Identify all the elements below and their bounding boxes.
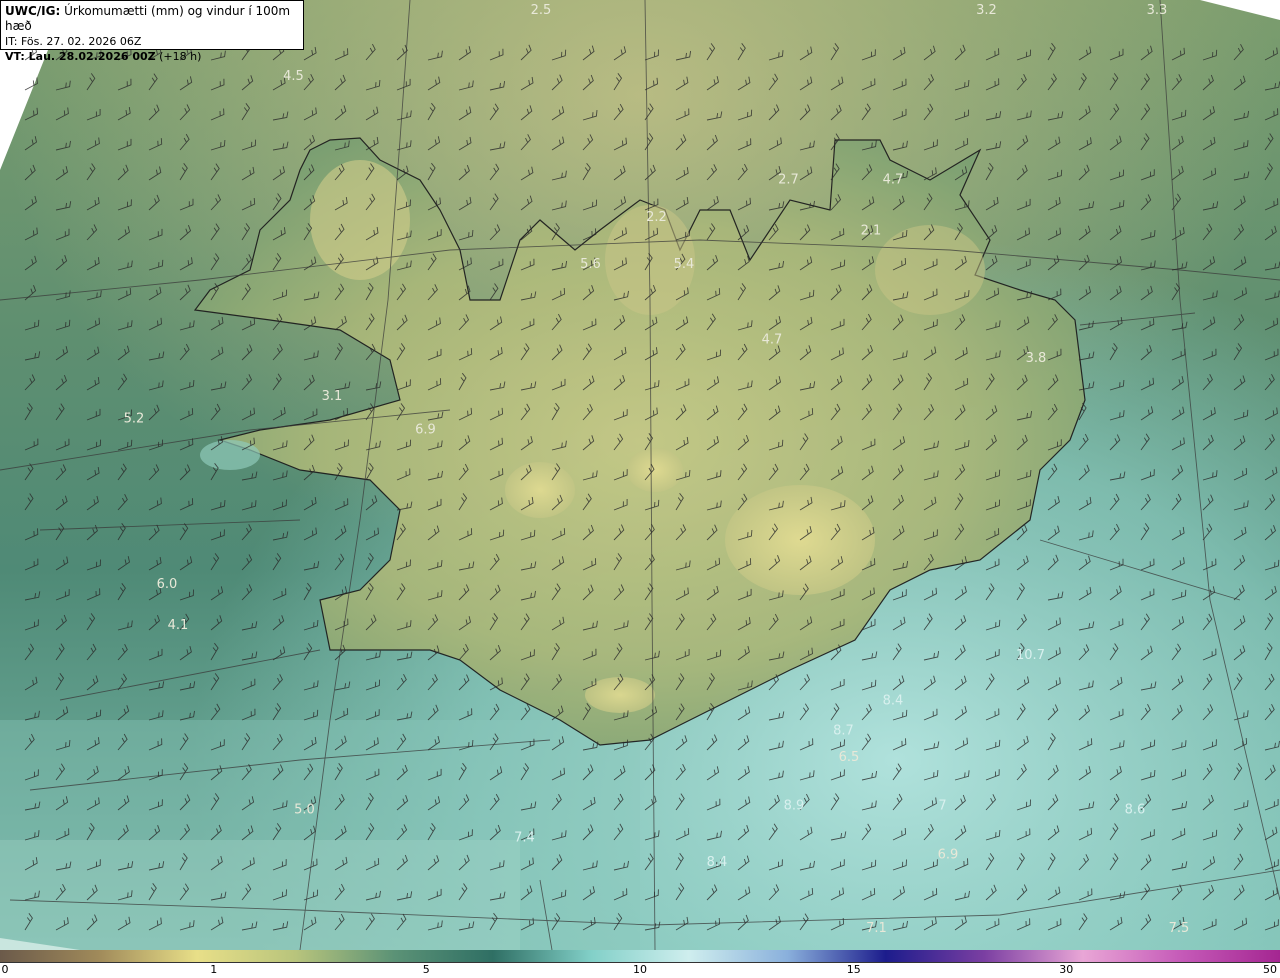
precip-value-label: 5.6 — [580, 257, 601, 272]
precip-value-label: 5.0 — [294, 802, 315, 817]
precip-value-label: 5.4 — [674, 257, 695, 272]
precip-value-label: 10.7 — [1016, 648, 1045, 663]
precip-value-label: 3.1 — [322, 389, 343, 404]
precip-value-label: 3.2 — [976, 3, 997, 18]
valid-time: VT: Lau. 28.02.2026 00Z — [5, 50, 156, 63]
precip-value-label: 4.5 — [283, 69, 304, 84]
precip-value-label: 8.4 — [707, 855, 728, 870]
precip-value-label: 4.1 — [168, 618, 189, 633]
colorbar-tick-label: 30 — [1059, 963, 1074, 976]
precip-value-label: 2.5 — [531, 3, 552, 18]
colorbar-tick-label: 5 — [422, 963, 430, 976]
colorbar-tick-label: 15 — [846, 963, 861, 976]
precip-value-label: 7.5 — [1169, 921, 1190, 936]
precip-value-label: 7 — [938, 799, 946, 814]
precip-value-label: 8.4 — [883, 693, 904, 708]
model-name: UWC/IG: — [5, 4, 61, 18]
precip-value-label: 3.8 — [1026, 351, 1047, 366]
precip-value-label: 6.0 — [157, 577, 178, 592]
precip-value-label: 2.7 — [778, 173, 799, 188]
precip-value-label: 4.7 — [883, 173, 904, 188]
precip-value-label: 6.5 — [839, 750, 860, 765]
colorbar-tick-label: 10 — [633, 963, 647, 976]
precip-value-label: 7.1 — [866, 921, 887, 936]
precip-value-label: 8.7 — [833, 723, 854, 738]
forecast-hour: (+18 h) — [159, 50, 202, 63]
precip-value-label: 5.2 — [124, 411, 145, 426]
precip-value-label: 7.4 — [514, 831, 535, 846]
colorbar-tick-label: 1 — [210, 963, 218, 976]
colorbar-strip — [0, 950, 1280, 963]
glacier-langjokull — [505, 462, 575, 518]
precip-value-label: 8.6 — [1125, 802, 1146, 817]
colorbar-legend: 0 1 5 10 15 30 50 — [0, 950, 1280, 978]
precip-value-label: 8.9 — [784, 799, 805, 814]
map-header: UWC/IG: Úrkomumætti (mm) og vindur í 100… — [0, 0, 304, 63]
precip-value-label: 2.2 — [646, 210, 667, 225]
map-viewer: 4.82.53.33.24.52.74.72.12.25.65.44.73.85… — [0, 0, 1280, 978]
colorbar-tick-label: 50 — [1263, 963, 1277, 976]
precip-value-label: 4.7 — [762, 332, 783, 347]
glacier-hofsjokull — [627, 448, 683, 492]
precip-value-label: 6.9 — [415, 423, 436, 438]
precip-value-label: 3.3 — [1147, 3, 1168, 18]
precip-value-label: 2.1 — [861, 223, 882, 238]
weather-map: 4.82.53.33.24.52.74.72.12.25.65.44.73.85… — [0, 0, 1280, 950]
colorbar-tick-label: 0 — [1, 963, 9, 976]
init-time: IT: Fös. 27. 02. 2026 06Z — [5, 35, 142, 48]
precip-value-label: 6.9 — [938, 848, 959, 863]
